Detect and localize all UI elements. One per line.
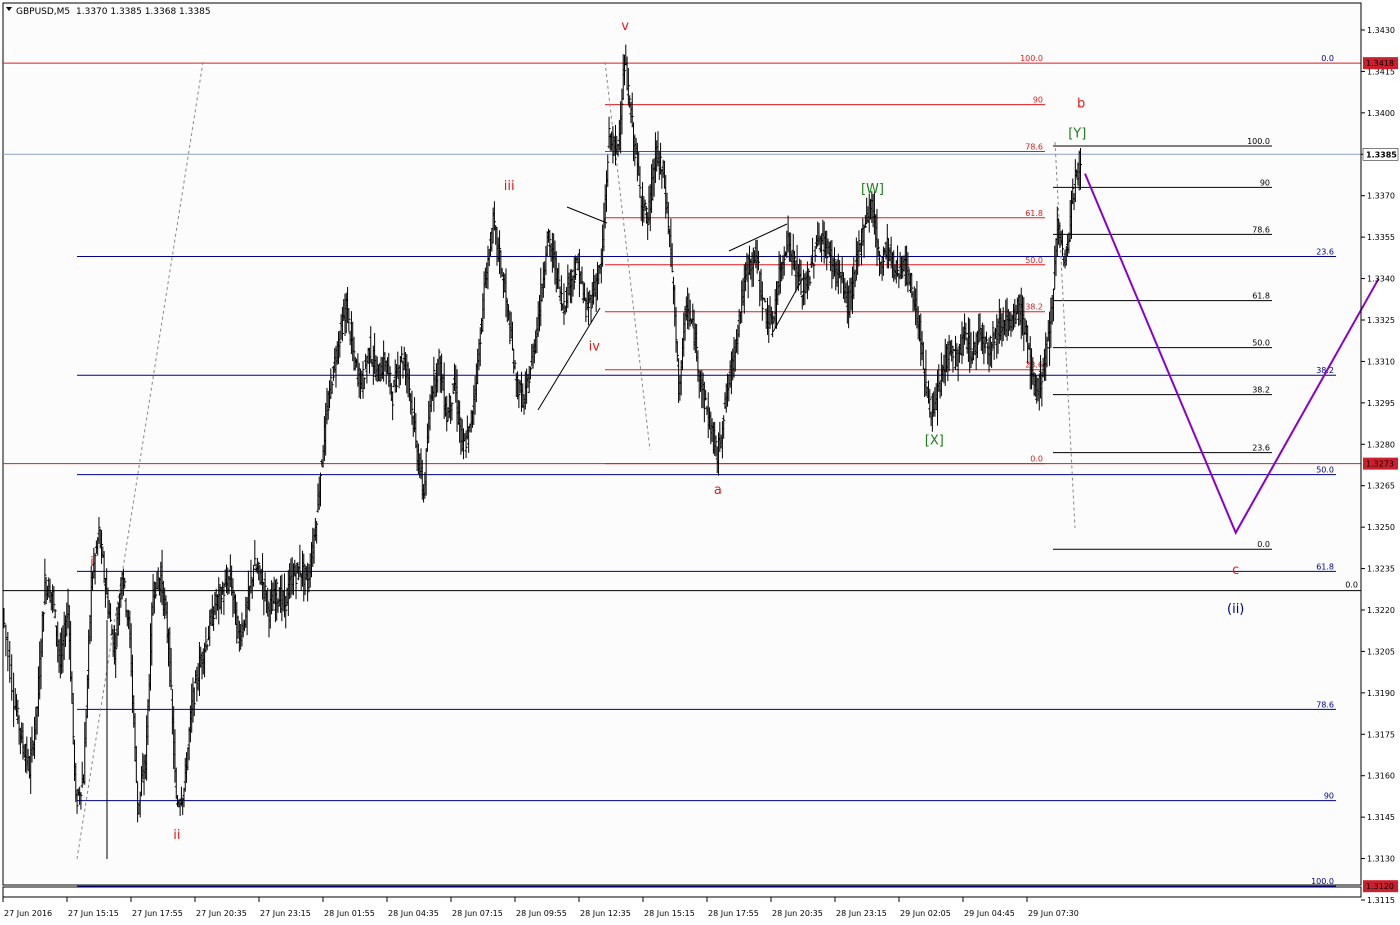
wave-label-c: c xyxy=(1232,563,1239,578)
y-tick-label: 1.3205 xyxy=(1367,647,1395,656)
fib-red-mid-label: 61.8 xyxy=(1025,209,1043,218)
wave-label-w: [W] xyxy=(861,182,884,197)
x-tick-label: 27 Jun 17:55 xyxy=(132,909,183,918)
wave-label-v: v xyxy=(621,19,629,34)
fib-blue-label: 100.0 xyxy=(1311,877,1334,886)
y-tick-label: 1.3310 xyxy=(1367,357,1395,366)
y-tick-label: 1.3235 xyxy=(1367,565,1395,574)
fib-red-top-label: 100.0 xyxy=(1020,54,1043,63)
y-tick-label: 1.3280 xyxy=(1367,440,1395,449)
y-tick-label: 1.3175 xyxy=(1367,730,1395,739)
y-tick-label: 1.3190 xyxy=(1367,689,1395,698)
y-tick-label: 1.3160 xyxy=(1367,772,1395,781)
y-tick-label: 1.3400 xyxy=(1367,109,1395,118)
fib-red-mid-label: 0.0 xyxy=(1030,455,1043,464)
y-tick-label: 1.3340 xyxy=(1367,275,1395,284)
x-tick-label: 27 Jun 2016 xyxy=(4,909,52,918)
fib-black-label: 0.0 xyxy=(1257,540,1270,549)
x-tick-label: 27 Jun 20:35 xyxy=(196,909,247,918)
wave-label-b: b xyxy=(1077,96,1085,111)
ohlc-readout: 1.3370 1.3385 1.3368 1.3385 xyxy=(76,7,211,17)
fib-red-mid-label: 50.0 xyxy=(1025,256,1043,265)
chart-window: 23.6 38.2 50.0 61.8 78.6 90 100.0 90 78.6 61.8 50.… xyxy=(0,0,1400,925)
x-tick-label: 29 Jun 07:30 xyxy=(1028,909,1079,918)
x-tick-label: 28 Jun 07:15 xyxy=(452,909,503,918)
x-tick-label: 28 Jun 01:55 xyxy=(324,909,375,918)
fib-blue-label: 61.8 xyxy=(1316,562,1334,571)
wave-label-x: [X] xyxy=(925,433,944,448)
y-tick-label: 1.3130 xyxy=(1367,855,1395,864)
x-tick-label: 28 Jun 12:35 xyxy=(580,909,631,918)
x-tick-label: 29 Jun 04:45 xyxy=(964,909,1015,918)
wave-label-iv: iv xyxy=(589,339,601,354)
wave-label-ii: (ii) xyxy=(1227,602,1244,617)
fib-red-mid-label: 90 xyxy=(1033,96,1043,105)
price-badge-label: 1.3120 xyxy=(1366,882,1394,891)
wave-label-iii: iii xyxy=(504,179,515,194)
fib-black-label: 38.2 xyxy=(1252,386,1270,395)
fib-blue-label: 50.0 xyxy=(1316,466,1334,475)
y-tick-label: 1.3145 xyxy=(1367,813,1395,822)
fib-red-mid-label: 78.6 xyxy=(1025,143,1043,152)
fib-black-label: 61.8 xyxy=(1252,292,1270,301)
x-tick-label: 27 Jun 15:15 xyxy=(68,909,119,918)
y-tick-label: 1.3325 xyxy=(1367,316,1395,325)
y-tick-label: 1.3295 xyxy=(1367,399,1395,408)
price-badge-label: 1.3385 xyxy=(1366,150,1397,159)
plot-area xyxy=(2,2,1362,886)
symbol-title: GBPUSD,M5 xyxy=(16,7,70,17)
fib-blue-label: 90 xyxy=(1324,792,1334,801)
fib-blue-label: 78.6 xyxy=(1316,700,1334,709)
y-tick-label: 1.3370 xyxy=(1367,192,1395,201)
fib-red-mid-label: 38.2 xyxy=(1025,303,1043,312)
x-tick-label: 28 Jun 17:55 xyxy=(708,909,759,918)
wave-label-y: [Y] xyxy=(1068,127,1086,142)
price-badge-label: 1.3273 xyxy=(1366,460,1394,469)
x-tick-label: 28 Jun 23:15 xyxy=(836,909,887,918)
fib-black-label: 23.6 xyxy=(1252,444,1270,453)
y-tick-label: 1.3115 xyxy=(1367,896,1395,905)
fib-red-top-label: 0.0 xyxy=(1321,54,1334,63)
wave-label-i: i xyxy=(90,555,94,570)
y-tick-label: 1.3355 xyxy=(1367,233,1395,242)
wave-label-a: a xyxy=(714,483,722,498)
price-badge-label: 1.3418 xyxy=(1366,59,1394,68)
x-tick-label: 27 Jun 23:15 xyxy=(260,909,311,918)
y-tick-label: 1.3250 xyxy=(1367,523,1395,532)
x-tick-label: 28 Jun 04:35 xyxy=(388,909,439,918)
price-chart[interactable]: 23.6 38.2 50.0 61.8 78.6 90 100.0 90 78.6 61.8 50.… xyxy=(0,0,1400,925)
y-tick-label: 1.3220 xyxy=(1367,606,1395,615)
y-tick-label: 1.3430 xyxy=(1367,26,1395,35)
fib-black-label: 90 xyxy=(1260,178,1270,187)
black-level-label: 0.0 xyxy=(1345,581,1358,590)
wave-label-ii: ii xyxy=(173,828,180,843)
x-tick-label: 28 Jun 15:15 xyxy=(644,909,695,918)
fib-black-label: 100.0 xyxy=(1247,137,1270,146)
x-tick-label: 28 Jun 20:35 xyxy=(772,909,823,918)
x-tick-label: 29 Jun 02:05 xyxy=(900,909,951,918)
y-tick-label: 1.3265 xyxy=(1367,482,1395,491)
fib-black-label: 78.6 xyxy=(1252,225,1270,234)
fib-black-label: 50.0 xyxy=(1252,339,1270,348)
fib-blue-label: 23.6 xyxy=(1316,247,1334,256)
x-tick-label: 28 Jun 09:55 xyxy=(516,909,567,918)
